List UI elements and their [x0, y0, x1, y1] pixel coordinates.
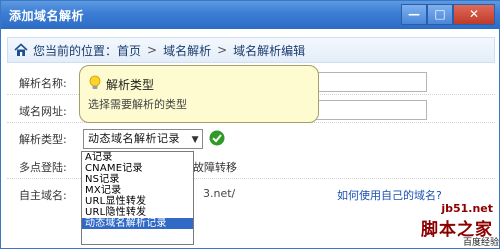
tooltip-description: 选择需要解析的类型	[88, 98, 187, 111]
breadcrumb-home-link[interactable]: 首页	[117, 42, 141, 59]
breadcrumb-domain-resolve-link[interactable]: 域名解析	[163, 42, 211, 59]
dropdown-option-url-explicit[interactable]: URL显性转发	[82, 196, 193, 207]
resolve-type-tooltip: 解析类型 选择需要解析的类型	[79, 65, 319, 123]
breadcrumb-prefix: 您当前的位置：	[33, 43, 118, 58]
resolve-type-dropdown[interactable]: A记录 CNAME记录 NS记录 MX记录 URL显性转发 URL隐性转发 动态…	[81, 151, 194, 245]
check-circle-icon	[209, 130, 225, 146]
own-domain-help-link[interactable]: 如何使用自己的域名?	[337, 187, 442, 203]
tooltip-title: 解析类型	[106, 78, 155, 92]
title-bar[interactable]: 添加域名解析 — □ ✕	[1, 1, 500, 29]
multipoint-text: 故障转移	[193, 161, 237, 174]
own-domain-text: 3.net/	[203, 187, 236, 200]
domain-url-input[interactable]	[309, 100, 427, 120]
chevron-down-icon[interactable]: ▼	[192, 131, 199, 149]
resolve-type-select[interactable]: 动态域名解析记录 ▼	[83, 129, 203, 149]
breadcrumb-separator: >	[217, 43, 228, 57]
dropdown-option-ns-record[interactable]: NS记录	[82, 174, 193, 185]
dropdown-option-a-record[interactable]: A记录	[82, 152, 193, 163]
own-domain-label: 自主域名:	[19, 189, 67, 202]
breadcrumb: 您当前的位置： 首页 > 域名解析 > 域名解析编辑	[7, 37, 495, 63]
resolve-type-label: 解析类型:	[19, 133, 67, 146]
minimize-button[interactable]: —	[401, 4, 427, 25]
dropdown-option-mx-record[interactable]: MX记录	[82, 185, 193, 196]
dropdown-option-cname-record[interactable]: CNAME记录	[82, 163, 193, 174]
dialog-window: 添加域名解析 — □ ✕ 您当前的位置： 首页 > 域名解析 > 域名解析编辑 …	[0, 0, 500, 249]
domain-url-label: 域名网址:	[19, 105, 67, 118]
resolve-name-label: 解析名称:	[19, 77, 67, 90]
maximize-button[interactable]: □	[427, 4, 453, 25]
breadcrumb-current-page: 域名解析编辑	[233, 43, 306, 58]
resolve-type-value: 动态域名解析记录	[88, 132, 180, 145]
resolve-name-input[interactable]	[309, 72, 427, 92]
dropdown-option-url-implicit[interactable]: URL隐性转发	[82, 207, 193, 218]
watermark-site: jb51.net	[441, 202, 493, 215]
dropdown-option-dynamic-dns[interactable]: 动态域名解析记录	[82, 218, 193, 229]
window-title: 添加域名解析	[9, 9, 85, 23]
lightbulb-icon	[89, 75, 101, 89]
home-icon	[14, 43, 28, 56]
resolve-type-row: 解析类型: 动态域名解析记录 ▼	[7, 125, 495, 151]
multipoint-label: 多点登陆:	[19, 161, 67, 174]
close-button[interactable]: ✕	[453, 4, 495, 25]
window-controls: — □ ✕	[401, 4, 495, 25]
breadcrumb-separator: >	[147, 43, 158, 57]
watermark-corner: 百度经验	[462, 238, 499, 248]
